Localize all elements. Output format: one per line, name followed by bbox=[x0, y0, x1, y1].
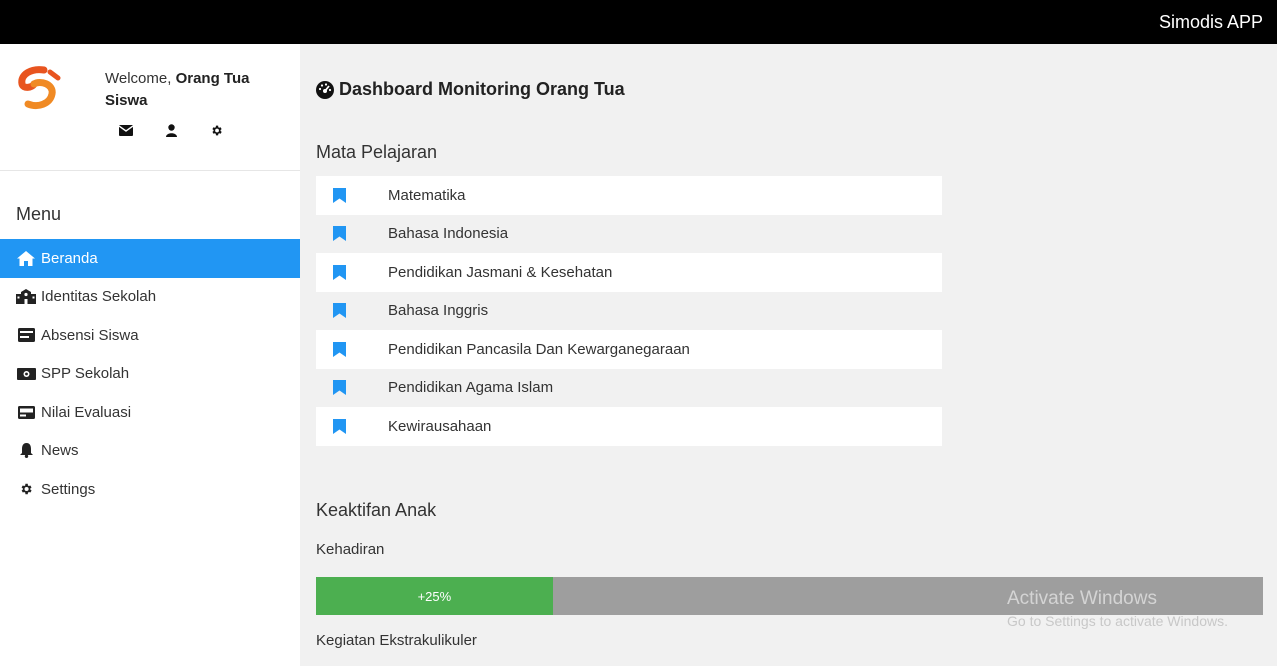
attendance-label: Kehadiran bbox=[316, 541, 385, 558]
id-card-icon bbox=[16, 327, 36, 343]
subject-item[interactable]: Pendidikan Jasmani & Kesehatan bbox=[316, 253, 942, 292]
subject-item[interactable]: Bahasa Indonesia bbox=[316, 215, 942, 254]
activity-title: Keaktifan Anak bbox=[316, 500, 437, 520]
envelope-icon[interactable] bbox=[118, 122, 134, 138]
sidebar-item-label: Identitas Sekolah bbox=[41, 288, 157, 306]
watermark-title: Activate Windows bbox=[1007, 588, 1157, 609]
bookmark-icon bbox=[333, 264, 346, 280]
welcome-prefix: Welcome, bbox=[105, 70, 176, 87]
school-icon bbox=[16, 289, 36, 305]
bell-icon bbox=[16, 443, 36, 459]
subject-name: Bahasa Indonesia bbox=[388, 225, 509, 243]
gear-icon bbox=[16, 481, 36, 497]
attendance-progress-fill: +25% bbox=[316, 577, 553, 615]
windows-activation-watermark: Activate Windows Go to Settings to activ… bbox=[1007, 588, 1228, 632]
extracurricular-label: Kegiatan Ekstrakulikuler bbox=[316, 632, 477, 649]
subject-name: Pendidikan Agama Islam bbox=[388, 379, 554, 397]
sidebar-item-label: News bbox=[41, 442, 79, 460]
subject-name: Matematika bbox=[388, 186, 466, 204]
app-title: Simodis APP bbox=[1158, 12, 1263, 32]
sidebar-item-settings[interactable]: Settings bbox=[0, 470, 300, 509]
profile-actions bbox=[118, 122, 224, 138]
home-icon bbox=[16, 250, 36, 266]
sidebar-item-absensi-siswa[interactable]: Absensi Siswa bbox=[0, 316, 300, 355]
sidebar-item-news[interactable]: News bbox=[0, 432, 300, 471]
main-content: Dashboard Monitoring Orang Tua Mata Pela… bbox=[300, 44, 1277, 666]
money-icon bbox=[16, 366, 36, 382]
menu-title: Menu bbox=[16, 204, 62, 224]
subject-name: Bahasa Inggris bbox=[388, 302, 489, 320]
bookmark-icon bbox=[333, 341, 346, 357]
watermark-subtitle: Go to Settings to activate Windows. bbox=[1007, 613, 1228, 629]
subject-item[interactable]: Pendidikan Pancasila Dan Kewarganegaraan bbox=[316, 330, 942, 369]
user-icon[interactable] bbox=[163, 122, 179, 138]
subjects-title: Mata Pelajaran bbox=[316, 142, 438, 162]
bookmark-icon bbox=[333, 303, 346, 319]
sidebar-item-spp-sekolah[interactable]: SPP Sekolah bbox=[0, 355, 300, 394]
sidebar-item-label: Settings bbox=[41, 480, 96, 498]
bookmark-icon bbox=[333, 418, 346, 434]
sidebar-item-label: Nilai Evaluasi bbox=[41, 403, 132, 421]
bookmark-icon bbox=[333, 380, 346, 396]
subject-name: Pendidikan Jasmani & Kesehatan bbox=[388, 263, 613, 281]
top-bar: Simodis APP bbox=[0, 0, 1277, 44]
dashboard-icon bbox=[316, 80, 334, 99]
profile-panel: Welcome, Orang Tua Siswa bbox=[0, 44, 300, 171]
subjects-list: Matematika Bahasa Indonesia Pendidikan Jas… bbox=[316, 176, 942, 446]
report-icon bbox=[16, 404, 36, 420]
page-title: Dashboard Monitoring Orang Tua bbox=[316, 79, 625, 100]
gear-icon[interactable] bbox=[208, 122, 224, 138]
subject-name: Pendidikan Pancasila Dan Kewarganegaraan bbox=[388, 340, 690, 358]
app-logo bbox=[18, 66, 61, 110]
subject-item[interactable]: Kewirausahaan bbox=[316, 407, 942, 446]
bookmark-icon bbox=[333, 226, 346, 242]
sidebar-item-label: Beranda bbox=[41, 249, 98, 267]
bookmark-icon bbox=[333, 187, 346, 203]
subject-item[interactable]: Bahasa Inggris bbox=[316, 292, 942, 331]
subject-item[interactable]: Pendidikan Agama Islam bbox=[316, 369, 942, 408]
sidebar: Welcome, Orang Tua Siswa Menu Beranda Id… bbox=[0, 44, 300, 666]
sidebar-item-label: Absensi Siswa bbox=[41, 326, 139, 344]
page-title-text: Dashboard Monitoring Orang Tua bbox=[339, 79, 625, 99]
sidebar-item-nilai-evaluasi[interactable]: Nilai Evaluasi bbox=[0, 393, 300, 432]
welcome-text: Welcome, Orang Tua Siswa bbox=[105, 68, 275, 112]
sidebar-menu: Beranda Identitas Sekolah Absensi Siswa … bbox=[0, 239, 300, 509]
sidebar-item-label: SPP Sekolah bbox=[41, 365, 130, 383]
subject-item[interactable]: Matematika bbox=[316, 176, 942, 215]
sidebar-item-identitas-sekolah[interactable]: Identitas Sekolah bbox=[0, 278, 300, 317]
sidebar-item-beranda[interactable]: Beranda bbox=[0, 239, 300, 278]
subject-name: Kewirausahaan bbox=[388, 417, 492, 435]
